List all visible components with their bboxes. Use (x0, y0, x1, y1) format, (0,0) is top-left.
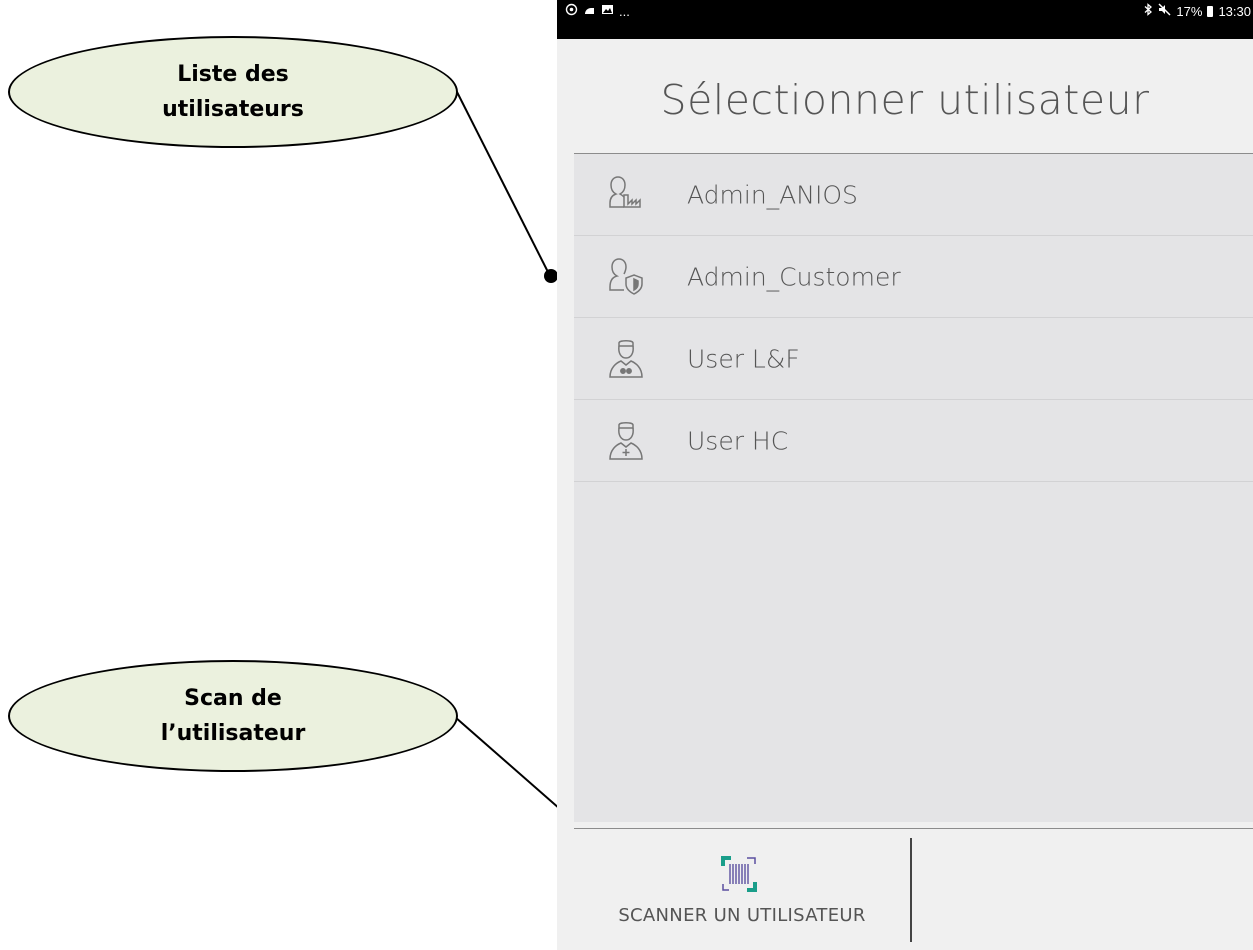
user-name: User HC (687, 426, 789, 455)
user-name: Admin_Customer (687, 262, 901, 291)
callout-scan-line1: Scan de (184, 686, 282, 711)
status-bar: ... 17% 13:30 (557, 0, 1253, 39)
user-row-admin-customer[interactable]: Admin_Customer (574, 236, 1253, 318)
clock: 13:30 (1218, 3, 1251, 19)
user-nurse-pills-icon (609, 340, 643, 378)
page-title: Sélectionner utilisateur (660, 76, 1150, 124)
status-left: ... (565, 3, 630, 19)
user-row-user-hc[interactable]: User HC (574, 400, 1253, 482)
bluetooth-icon (1143, 3, 1153, 19)
scan-user-button[interactable]: SCANNER UN UTILISATEUR (574, 838, 910, 942)
scan-user-label: SCANNER UN UTILISATEUR (618, 905, 866, 926)
user-row-user-lf[interactable]: User L&F (574, 318, 1253, 400)
user-row-admin-anios[interactable]: Admin_ANIOS (574, 154, 1253, 236)
whatsapp-icon (565, 3, 578, 19)
mute-icon (1158, 3, 1171, 19)
callout-scan-user: Scan de l’utilisateur (8, 660, 458, 772)
gallery-icon (601, 3, 614, 19)
status-more: ... (619, 3, 630, 19)
barcode-scan-icon (721, 856, 757, 892)
button-divider (910, 838, 912, 942)
battery-icon (1207, 5, 1214, 17)
battery-percent: 17% (1176, 3, 1203, 19)
callout-user-list-line2: utilisateurs (162, 97, 304, 122)
status-right: 17% 13:30 (1143, 3, 1251, 19)
admin-shield-icon (609, 258, 643, 295)
callout-user-list-line1: Liste des (177, 62, 289, 87)
user-nurse-cross-icon (609, 422, 643, 460)
callout-user-list: Liste des utilisateurs (8, 36, 458, 148)
user-list-connector (454, 87, 551, 277)
admin-factory-icon (609, 176, 641, 208)
cast-icon (583, 3, 596, 19)
phone-screen: ... 17% 13:30 Sélectionner utilisateur A… (557, 0, 1253, 950)
user-list-connector-dot (544, 269, 558, 283)
callout-scan-line2: l’utilisateur (160, 721, 306, 746)
user-name: User L&F (687, 344, 800, 373)
user-list: Admin_ANIOS Admin_Customer User L&F User… (574, 154, 1253, 822)
bottom-divider (574, 828, 1253, 829)
user-name: Admin_ANIOS (687, 180, 858, 209)
